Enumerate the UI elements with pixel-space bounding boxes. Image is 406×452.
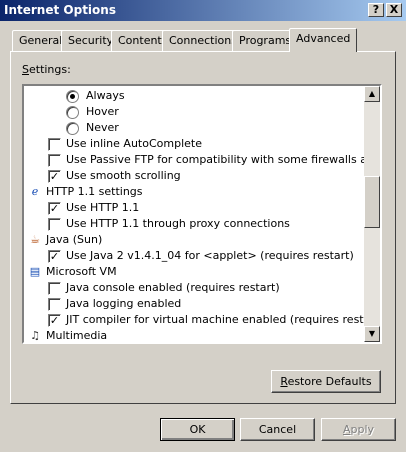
checkbox-label: Use inline AutoComplete xyxy=(66,137,202,150)
radio-button[interactable] xyxy=(66,122,79,135)
radio-option[interactable]: Hover xyxy=(24,104,364,120)
radio-option[interactable]: Never xyxy=(24,120,364,136)
settings-list: Always Hover Never Use inline AutoComplete U… xyxy=(24,86,364,342)
tab-programs-label: Programs xyxy=(239,34,292,47)
cancel-button[interactable]: Cancel xyxy=(240,418,315,441)
category-header: ☕ Java (Sun) xyxy=(24,232,364,248)
checkbox-option[interactable]: Java console enabled (requires restart) xyxy=(24,280,364,296)
category-header: ♫ Multimedia xyxy=(24,328,364,342)
checkbox-label: JIT compiler for virtual machine enabled… xyxy=(66,313,364,326)
checkbox-option[interactable]: ✓ Use Java 2 v1.4.1_04 for <applet> (requ… xyxy=(24,248,364,264)
checkbox-option[interactable]: Use HTTP 1.1 through proxy connections xyxy=(24,216,364,232)
radio-option-label: Always xyxy=(86,89,125,102)
category-label: Java (Sun) xyxy=(46,233,103,246)
checkbox-label: Use Java 2 v1.4.1_04 for <applet> (requi… xyxy=(66,249,354,262)
checkbox-label: Use HTTP 1.1 xyxy=(66,201,140,214)
apply-button[interactable]: Apply xyxy=(321,418,396,441)
checkbox-option[interactable]: Java logging enabled xyxy=(24,296,364,312)
checkbox-label: Use HTTP 1.1 through proxy connections xyxy=(66,217,290,230)
category-label: Multimedia xyxy=(46,329,108,342)
title-bar[interactable]: Internet Options ? X xyxy=(0,0,406,21)
checkbox-label: Use Passive FTP for compatibility with s… xyxy=(66,153,364,166)
radio-option-label: Never xyxy=(86,121,119,134)
scroll-up-button[interactable]: ▲ xyxy=(364,86,380,102)
category-label: HTTP 1.1 settings xyxy=(46,185,143,198)
checkbox[interactable] xyxy=(48,298,61,311)
multimedia-icon: ♫ xyxy=(30,329,40,342)
radio-button[interactable] xyxy=(66,106,79,119)
checkbox-label: Java console enabled (requires restart) xyxy=(66,281,280,294)
scroll-down-button[interactable]: ▼ xyxy=(364,326,380,342)
settings-label: Settings: xyxy=(22,63,71,76)
settings-listbox[interactable]: Always Hover Never Use inline AutoComplete U… xyxy=(22,84,382,344)
checkbox-option[interactable]: Use Passive FTP for compatibility with s… xyxy=(24,152,364,168)
java-icon: ☕ xyxy=(30,233,40,246)
category-label: Microsoft VM xyxy=(46,265,117,278)
vertical-scrollbar[interactable]: ▲ ▼ xyxy=(364,86,380,342)
tab-general-label: General xyxy=(19,34,63,47)
checkbox-option[interactable]: ✓ JIT compiler for virtual machine enable… xyxy=(24,312,364,328)
radio-button[interactable] xyxy=(66,90,79,103)
internet-options-window: Internet Options ? X General Security Co… xyxy=(0,0,406,452)
checkbox[interactable]: ✓ xyxy=(48,314,61,327)
radio-selected-dot xyxy=(70,94,75,99)
help-button[interactable]: ? xyxy=(368,3,384,17)
checkbox[interactable]: ✓ xyxy=(48,170,61,183)
checkbox[interactable] xyxy=(48,154,61,167)
checkbox-label: Use smooth scrolling xyxy=(66,169,181,182)
tab-connections-label: Connections xyxy=(169,34,237,47)
ms-vm-icon: ▤ xyxy=(29,265,41,278)
restore-defaults-button[interactable]: Restore Defaults xyxy=(271,370,381,393)
checkbox[interactable] xyxy=(48,282,61,295)
checkbox[interactable] xyxy=(48,218,61,231)
tab-content-label: Content xyxy=(118,34,162,47)
window-title: Internet Options xyxy=(4,3,116,17)
category-header: ▤ Microsoft VM xyxy=(24,264,364,280)
checkbox-option[interactable]: ✓ Use smooth scrolling xyxy=(24,168,364,184)
tab-advanced-label: Advanced xyxy=(296,32,351,45)
tab-security-label: Security xyxy=(68,34,114,47)
scroll-thumb[interactable] xyxy=(364,176,380,228)
checkbox[interactable]: ✓ xyxy=(48,250,61,263)
tab-advanced[interactable]: Advanced xyxy=(289,28,358,52)
ok-button[interactable]: OK xyxy=(160,418,235,441)
category-header: ℯ HTTP 1.1 settings xyxy=(24,184,364,200)
close-button[interactable]: X xyxy=(386,3,402,17)
radio-option[interactable]: Always xyxy=(24,88,364,104)
checkbox-option[interactable]: ✓ Use HTTP 1.1 xyxy=(24,200,364,216)
checkbox-option[interactable]: Use inline AutoComplete xyxy=(24,136,364,152)
checkbox[interactable] xyxy=(48,138,61,151)
tab-content[interactable]: Content xyxy=(111,30,169,51)
checkbox-label: Java logging enabled xyxy=(66,297,182,310)
radio-option-label: Hover xyxy=(86,105,119,118)
checkbox[interactable]: ✓ xyxy=(48,202,61,215)
ie-icon: ℯ xyxy=(31,185,39,198)
